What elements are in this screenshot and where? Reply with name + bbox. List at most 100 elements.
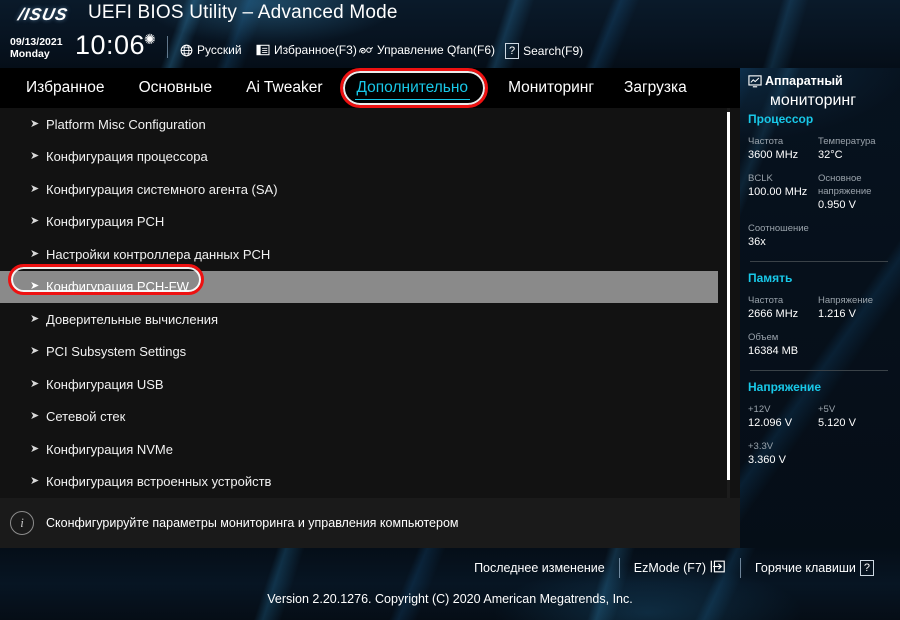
menu-item-label: Конфигурация PCH bbox=[46, 214, 165, 230]
qfan-label: Управление Qfan(F6) bbox=[377, 43, 496, 57]
cpu-temp-label: Температура bbox=[818, 136, 876, 147]
voltage-5v-value: 5.120 V bbox=[818, 417, 856, 429]
header-divider bbox=[167, 36, 168, 58]
clock-display: 10:06 bbox=[75, 30, 146, 60]
tab-main[interactable]: Основные bbox=[137, 76, 215, 100]
monitor-section-memory: Память bbox=[748, 271, 793, 285]
menu-item-trusted-computing[interactable]: ➤ Доверительные вычисления bbox=[0, 303, 740, 336]
cpu-ratio-row: Соотношение 36x bbox=[748, 222, 890, 250]
monitor-section-voltage: Напряжение bbox=[748, 380, 822, 394]
cpu-freq-value: 3600 MHz bbox=[748, 149, 799, 161]
chevron-right-icon: ➤ bbox=[30, 150, 40, 163]
cpu-bclk-label: BCLK bbox=[748, 173, 773, 184]
tab-favorites[interactable]: Избранное bbox=[24, 76, 107, 100]
menu-item-label: PCI Subsystem Settings bbox=[46, 344, 187, 360]
memory-size-label: Объем bbox=[748, 332, 779, 343]
voltage-12v-5v-row: +12V 12.096 V +5V 5.120 V bbox=[748, 403, 890, 431]
question-icon: ? bbox=[859, 560, 874, 576]
qfan-icon bbox=[358, 44, 373, 57]
voltage-33v-label: +3.3V bbox=[748, 441, 774, 452]
monitor-section-cpu: Процессор bbox=[748, 112, 814, 126]
chevron-right-icon: ➤ bbox=[30, 312, 40, 325]
menu-item-cpu-config[interactable]: ➤ Конфигурация процессора bbox=[0, 141, 740, 174]
date-value: 09/13/2021 bbox=[10, 36, 63, 48]
version-text: Version 2.20.1276. Copyright (C) 2020 Am… bbox=[267, 592, 633, 606]
main-tab-bar: Избранное Основные Ai Tweaker Дополнител… bbox=[0, 68, 740, 108]
memory-freq-label: Частота bbox=[748, 295, 784, 306]
cpu-ratio-label: Соотношение bbox=[748, 223, 809, 234]
date-display: 09/13/2021 Monday bbox=[10, 36, 63, 60]
menu-item-pch-storage[interactable]: ➤ Настройки контроллера данных PCH bbox=[0, 238, 740, 271]
search-label: Search(F9) bbox=[523, 44, 584, 58]
voltage-12v-value: 12.096 V bbox=[748, 417, 793, 429]
chevron-right-icon: ➤ bbox=[30, 182, 40, 195]
last-modified-button[interactable]: Последнее изменение bbox=[460, 561, 619, 575]
menu-item-pch-config[interactable]: ➤ Конфигурация PCH bbox=[0, 206, 740, 239]
ezmode-button[interactable]: EzMode (F7) bbox=[620, 559, 740, 577]
language-selector[interactable]: Русский bbox=[180, 43, 242, 57]
chevron-right-icon: ➤ bbox=[30, 345, 40, 358]
menu-item-sa-config[interactable]: ➤ Конфигурация системного агента (SA) bbox=[0, 173, 740, 206]
chevron-right-icon: ➤ bbox=[30, 442, 40, 455]
menu-item-pch-fw-config[interactable]: ➤ Конфигурация PCH-FW bbox=[0, 270, 718, 303]
help-bar: i Сконфигурируйте параметры мониторинга … bbox=[0, 498, 740, 548]
hotkeys-button[interactable]: Горячие клавиши ? bbox=[741, 560, 888, 576]
voltage-33v-row: +3.3V 3.360 V bbox=[748, 440, 890, 468]
chevron-right-icon: ➤ bbox=[30, 475, 40, 488]
menu-item-onboard-devices[interactable]: ➤ Конфигурация встроенных устройств bbox=[0, 466, 740, 499]
hardware-monitor-icon bbox=[748, 74, 762, 92]
menu-item-label: Сетевой стек bbox=[46, 409, 126, 425]
hotkeys-label: Горячие клавиши bbox=[755, 561, 856, 575]
menu-scrollbar-thumb[interactable] bbox=[727, 112, 730, 480]
memory-voltage-label: Напряжение bbox=[818, 295, 874, 306]
tab-boot[interactable]: Загрузка bbox=[622, 76, 689, 100]
weekday-value: Monday bbox=[10, 48, 50, 60]
search-button[interactable]: ? Search(F9) bbox=[505, 43, 583, 59]
favorites-label: Избранное(F3) bbox=[274, 43, 357, 57]
asus-logo: /ISUS bbox=[16, 5, 70, 24]
menu-item-platform-misc[interactable]: ➤ Platform Misc Configuration bbox=[0, 108, 740, 141]
language-label: Русский bbox=[197, 43, 242, 57]
gear-icon[interactable]: ✺ bbox=[144, 32, 156, 46]
favorites-icon bbox=[256, 44, 270, 56]
tab-advanced[interactable]: Дополнительно bbox=[354, 76, 471, 100]
footer-links: Последнее изменение EzMode (F7) Горячие … bbox=[460, 558, 888, 578]
monitor-divider-2 bbox=[750, 370, 888, 371]
memory-freq-voltage-row: Частота 2666 MHz Напряжение 1.216 V bbox=[748, 294, 890, 322]
menu-item-pci-subsystem[interactable]: ➤ PCI Subsystem Settings bbox=[0, 336, 740, 369]
memory-size-value: 16384 MB bbox=[748, 345, 799, 357]
menu-item-label: Конфигурация USB bbox=[46, 376, 164, 392]
chevron-right-icon: ➤ bbox=[30, 117, 40, 130]
ezmode-label: EzMode (F7) bbox=[633, 561, 706, 575]
memory-voltage-value: 1.216 V bbox=[818, 308, 856, 320]
menu-item-label: Конфигурация встроенных устройств bbox=[46, 474, 272, 490]
monitor-divider-1 bbox=[750, 261, 888, 262]
chevron-right-icon: ➤ bbox=[30, 377, 40, 390]
cpu-bclk-voltage-row: BCLK 100.00 MHz Основное напряжение 0.95… bbox=[748, 172, 890, 213]
advanced-menu-list: ➤ Platform Misc Configuration ➤ Конфигур… bbox=[0, 108, 740, 498]
monitor-title-line2: мониторинг bbox=[769, 92, 857, 109]
tab-ai-tweaker[interactable]: Ai Tweaker bbox=[244, 76, 324, 100]
header-bar: /ISUS UEFI BIOS Utility – Advanced Mode … bbox=[0, 0, 900, 68]
chevron-right-icon: ➤ bbox=[30, 215, 40, 228]
menu-item-usb-config[interactable]: ➤ Конфигурация USB bbox=[0, 368, 740, 401]
page-title: UEFI BIOS Utility – Advanced Mode bbox=[88, 2, 398, 23]
memory-freq-value: 2666 MHz bbox=[748, 308, 799, 320]
favorites-button[interactable]: Избранное(F3) bbox=[256, 43, 357, 57]
menu-item-nvme-config[interactable]: ➤ Конфигурация NVMe bbox=[0, 433, 740, 466]
cpu-freq-temp-row: Частота 3600 MHz Температура 32°C bbox=[748, 135, 890, 163]
voltage-5v-label: +5V bbox=[818, 404, 836, 415]
help-text: Сконфигурируйте параметры мониторинга и … bbox=[46, 516, 459, 530]
monitor-title: Аппаратный bbox=[748, 74, 890, 92]
menu-item-label: Настройки контроллера данных PCH bbox=[46, 246, 271, 262]
memory-size-row: Объем 16384 MB bbox=[748, 331, 890, 359]
tab-monitor[interactable]: Мониторинг bbox=[506, 76, 596, 100]
menu-item-network-stack[interactable]: ➤ Сетевой стек bbox=[0, 401, 740, 434]
menu-item-label: Доверительные вычисления bbox=[46, 311, 219, 327]
hardware-monitor-panel: Аппаратный мониторинг Процессор Частота … bbox=[740, 68, 900, 548]
question-icon: ? bbox=[505, 43, 520, 59]
menu-item-label: Конфигурация PCH-FW bbox=[46, 279, 189, 295]
chevron-right-icon: ➤ bbox=[30, 280, 40, 293]
menu-item-label: Конфигурация процессора bbox=[46, 149, 208, 165]
qfan-control-button[interactable]: Управление Qfan(F6) bbox=[358, 43, 495, 57]
